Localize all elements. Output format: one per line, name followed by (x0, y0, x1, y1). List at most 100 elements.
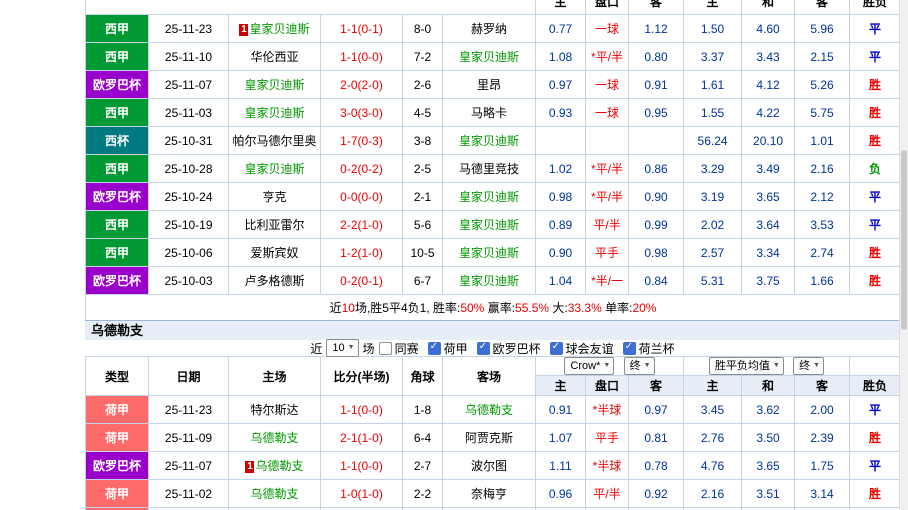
score-cell[interactable]: 1-1(0-0) (320, 42, 403, 71)
header-asian-home: 主 (535, 375, 586, 396)
euro-away-odds: 5.26 (794, 70, 851, 99)
home-team-cell[interactable]: 皇家贝迪斯 (228, 154, 321, 183)
header-asian-away: 客 (628, 375, 684, 396)
score-cell[interactable]: 2-2(1-0) (320, 210, 403, 239)
asian-odds-controls: Crow* ▼ 终 ▼ (535, 356, 684, 376)
away-team-cell[interactable]: 波尔图 (442, 451, 536, 480)
away-team-cell[interactable]: 皇家贝迪斯 (441, 238, 537, 267)
score-cell[interactable]: 1-2(1-0) (320, 238, 403, 267)
header-euro-away: 客 (794, 0, 851, 15)
score-cell[interactable]: 1-1(0-0) (320, 451, 403, 480)
table-row: 荷甲 25-11-02 乌德勒支 1-0(1-0) 2-2 奈梅亨 0.96 平… (85, 479, 902, 508)
score-cell[interactable]: 2-1(1-0) (320, 423, 403, 452)
asian-away-odds: 0.81 (628, 423, 684, 452)
match-date: 25-11-02 (148, 479, 229, 508)
home-team-cell[interactable]: 卢多格德斯 (228, 266, 321, 295)
red-card-icon: 1 (239, 24, 249, 36)
away-team-cell[interactable]: 马略卡 (441, 98, 537, 127)
vertical-scrollbar[interactable] (899, 0, 908, 510)
away-team-cell[interactable]: 阿贾克斯 (442, 423, 536, 452)
score-cell[interactable]: 2-0(2-0) (320, 70, 403, 99)
score-cell[interactable]: 0-2(0-2) (320, 154, 403, 183)
home-team-cell[interactable]: 华伦西亚 (228, 42, 321, 71)
euro-home-odds: 3.19 (683, 182, 743, 211)
away-team-cell[interactable]: 皇家贝迪斯 (441, 210, 537, 239)
euro-away-odds: 2.16 (794, 154, 851, 183)
home-team-cell[interactable]: 乌德勒支 (228, 423, 321, 452)
away-team-cell[interactable]: 里昂 (441, 70, 537, 99)
away-team-cell[interactable]: 乌德勒支 (442, 395, 536, 424)
euro-draw-odds: 3.49 (741, 154, 796, 183)
match-date: 25-11-03 (148, 98, 229, 127)
filter-checkbox-欧罗巴杯[interactable]: 欧罗巴杯 (476, 340, 541, 357)
filter-checkbox-荷甲[interactable]: 荷甲 (427, 340, 468, 357)
euro-metric-select[interactable]: 胜平负均值 ▼ (708, 357, 784, 375)
summary-text: 赢率: (484, 301, 516, 315)
score-cell[interactable]: 0-2(0-1) (320, 266, 403, 295)
checkbox-checked-icon[interactable] (427, 341, 441, 355)
filter-checkbox-同赛[interactable]: 同赛 (378, 340, 419, 357)
games-label: 场 (362, 341, 375, 356)
home-team-cell[interactable]: 1 乌德勒支 (228, 451, 321, 480)
corner-cell: 5-6 (402, 210, 443, 239)
chevron-down-icon: ▼ (643, 362, 651, 369)
away-team-cell[interactable]: 皇家贝迪斯 (441, 182, 537, 211)
checkbox-checked-icon[interactable] (622, 341, 636, 355)
scrollbar-thumb[interactable] (901, 150, 907, 330)
asian-home-odds: 0.89 (535, 210, 587, 239)
home-team-cell[interactable]: 爱斯宾奴 (228, 238, 321, 267)
asian-home-odds: 1.02 (535, 154, 587, 183)
filter-checkbox-荷兰杯[interactable]: 荷兰杯 (622, 340, 675, 357)
handicap-cell: *平/半 (585, 182, 630, 211)
home-team-cell[interactable]: 帕尔马德尔里奥 (228, 126, 321, 155)
league-badge: 荷甲 (85, 423, 149, 452)
away-team-cell[interactable]: 皇家贝迪斯 (441, 42, 537, 71)
chevron-down-icon: ▼ (813, 362, 821, 369)
checkbox-checked-icon[interactable] (476, 341, 490, 355)
score-cell[interactable]: 0-0(0-0) (320, 182, 403, 211)
corner-cell: 8-0 (402, 14, 443, 43)
checkbox-checked-icon[interactable] (549, 341, 563, 355)
betis-matches-table: 主 盘口 客 主 和 客 胜负 西甲 25-11-23 1 皇家贝迪斯 1-1(0… (85, 0, 900, 320)
summary-stat-value: 50% (460, 301, 485, 315)
home-team-cell[interactable]: 乌德勒支 (228, 479, 321, 508)
match-date: 25-11-07 (148, 70, 229, 99)
header-group-row: 类型 日期 主场 比分(半场) 角球 客场 Crow* ▼ 终 ▼ 胜平负均值 … (85, 356, 902, 396)
score-cell[interactable]: 3-0(3-0) (320, 98, 403, 127)
away-team-cell[interactable]: 奈梅亨 (442, 479, 536, 508)
home-team-cell[interactable]: 皇家贝迪斯 (228, 98, 321, 127)
match-date: 25-11-23 (148, 14, 229, 43)
score-cell[interactable]: 1-1(0-1) (320, 14, 403, 43)
filter-checkbox-球会友谊[interactable]: 球会友谊 (549, 340, 614, 357)
away-team-cell[interactable]: 马德里竞技 (441, 154, 537, 183)
euro-home-odds: 56.24 (683, 126, 743, 155)
corner-cell: 4-5 (402, 98, 443, 127)
euro-draw-odds: 3.51 (741, 479, 795, 508)
asian-away-odds: 0.98 (628, 238, 685, 267)
result-cell: 胜 (849, 479, 902, 508)
odds-company-select[interactable]: Crow* ▼ (564, 357, 615, 375)
odds-stage-select[interactable]: 终 ▼ (623, 357, 655, 375)
away-team-cell[interactable]: 赫罗纳 (441, 14, 537, 43)
home-team-cell[interactable]: 皇家贝迪斯 (228, 70, 321, 99)
euro-stage-select[interactable]: 终 ▼ (793, 357, 825, 375)
away-team-cell[interactable]: 皇家贝迪斯 (441, 126, 537, 155)
euro-metric-value: 胜平负均值 (714, 360, 770, 372)
header-euro-home: 主 (683, 375, 742, 396)
home-team-cell[interactable]: 比利亚雷尔 (228, 210, 321, 239)
result-cell: 负 (849, 154, 900, 183)
match-count-select[interactable]: 10 ▼ (326, 339, 359, 357)
score-cell[interactable]: 1-7(0-3) (320, 126, 403, 155)
corner-cell: 6-7 (402, 266, 443, 295)
home-team-cell[interactable]: 1 皇家贝迪斯 (228, 14, 321, 43)
score-cell[interactable]: 1-1(0-0) (320, 395, 403, 424)
header-away: 客场 (442, 356, 536, 396)
away-team-cell[interactable]: 皇家贝迪斯 (441, 266, 537, 295)
corner-cell: 1-8 (402, 395, 443, 424)
score-cell[interactable]: 1-0(1-0) (320, 479, 403, 508)
euro-away-odds: 5.75 (794, 98, 851, 127)
home-team-cell[interactable]: 亨克 (228, 182, 321, 211)
checkbox-unchecked-icon[interactable] (378, 341, 392, 355)
home-team-cell[interactable]: 特尔斯达 (228, 395, 321, 424)
match-date: 25-10-28 (148, 154, 229, 183)
